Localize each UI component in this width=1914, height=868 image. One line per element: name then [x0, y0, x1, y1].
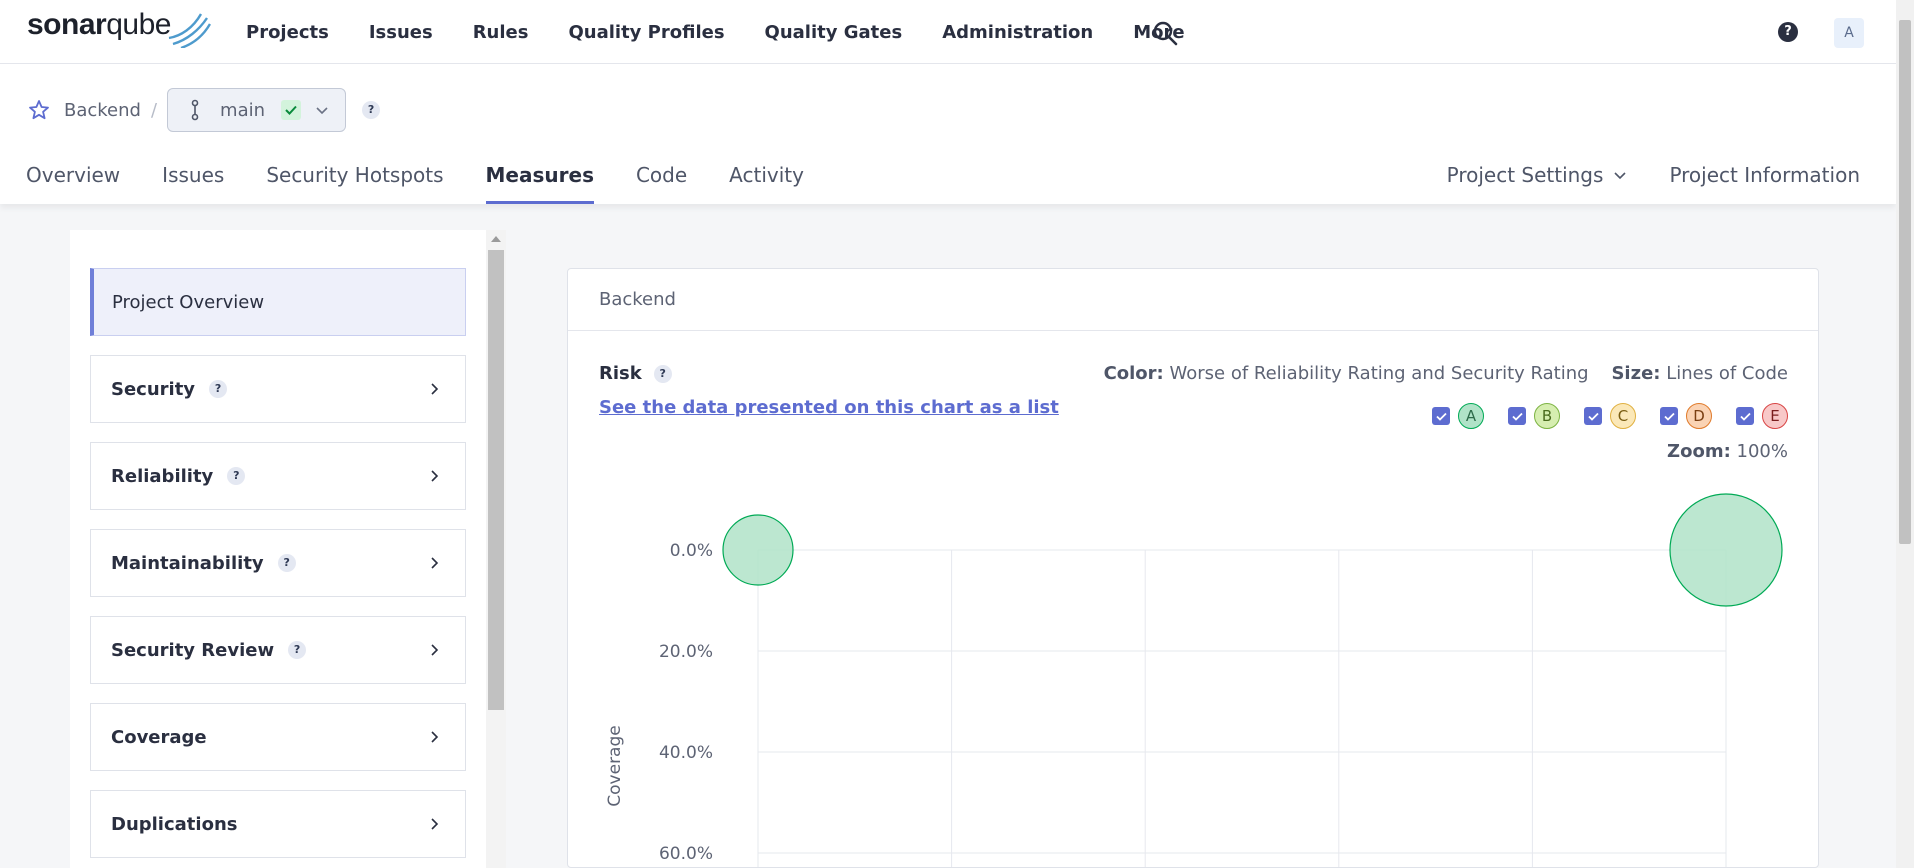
menu-quality-gates[interactable]: Quality Gates	[765, 22, 903, 43]
help-icon[interactable]: ?	[1778, 22, 1798, 42]
help-icon[interactable]: ?	[227, 467, 246, 485]
tab-measures[interactable]: Measures	[485, 154, 595, 204]
sidebar-item-label: Project Overview	[112, 291, 265, 313]
branch-name: main	[220, 99, 266, 121]
search-icon[interactable]	[1152, 20, 1178, 46]
scroll-up-arrow-icon[interactable]	[491, 236, 501, 242]
y-tick-label: 40.0%	[659, 743, 713, 763]
sidebar-item-label: Reliability	[111, 465, 214, 487]
tab-issues[interactable]: Issues	[162, 154, 224, 204]
sidebar-item-label: Security Review	[111, 639, 275, 661]
chevron-right-icon	[431, 644, 439, 656]
chevron-right-icon	[431, 470, 439, 482]
chevron-right-icon	[431, 731, 439, 743]
help-icon[interactable]: ?	[288, 641, 307, 659]
sidebar-item-label: Coverage	[111, 726, 207, 748]
menu-administration[interactable]: Administration	[942, 22, 1093, 43]
sidebar-item-label: Duplications	[111, 813, 238, 835]
measures-sidebar: Project Overview Security ? Reliability …	[70, 230, 506, 868]
bubble-point[interactable]	[1669, 493, 1783, 607]
y-tick-label: 20.0%	[659, 642, 713, 662]
sidebar-item-coverage[interactable]: Coverage	[90, 703, 466, 771]
branch-help-icon[interactable]: ?	[362, 101, 381, 119]
tab-code[interactable]: Code	[636, 154, 687, 204]
tab-overview[interactable]: Overview	[26, 154, 120, 204]
sidebar-item-project-overview[interactable]: Project Overview	[90, 268, 466, 336]
y-tick-label: 60.0%	[659, 844, 713, 864]
sidebar-item-security[interactable]: Security ?	[90, 355, 466, 423]
bubble-point[interactable]	[722, 514, 794, 586]
sidebar-item-label: Maintainability	[111, 552, 264, 574]
logo-text: sonarqube	[27, 8, 171, 41]
avatar[interactable]: A	[1834, 18, 1864, 48]
branch-selector[interactable]: main	[167, 88, 347, 132]
chevron-right-icon	[431, 383, 439, 395]
sonarqube-logo[interactable]: sonarqube	[27, 8, 211, 48]
sidebar-item-reliability[interactable]: Reliability ?	[90, 442, 466, 510]
chevron-right-icon	[431, 557, 439, 569]
sidebar-item-duplications[interactable]: Duplications	[90, 790, 466, 858]
project-settings-label: Project Settings	[1446, 163, 1604, 187]
main-menu: Projects Issues Rules Quality Profiles Q…	[246, 0, 1225, 64]
menu-projects[interactable]: Projects	[246, 22, 329, 43]
menu-rules[interactable]: Rules	[473, 22, 529, 43]
menu-issues[interactable]: Issues	[369, 22, 433, 43]
sidebar-item-label: Security	[111, 378, 196, 400]
project-header: Backend / main ? Overview Issues Securit…	[0, 64, 1896, 204]
project-tabs-right: Project Settings Project Information	[1405, 154, 1860, 204]
project-tabs: Overview Issues Security Hotspots Measur…	[26, 154, 846, 204]
project-information-link[interactable]: Project Information	[1669, 154, 1860, 196]
breadcrumb: Backend / main ?	[28, 88, 381, 132]
logo-wave-icon	[168, 13, 211, 48]
sidebar-scrollbar[interactable]	[486, 230, 506, 868]
help-icon[interactable]: ?	[209, 380, 228, 398]
breadcrumb-separator: /	[150, 99, 158, 121]
menu-quality-profiles[interactable]: Quality Profiles	[568, 22, 724, 43]
tab-activity[interactable]: Activity	[729, 154, 804, 204]
quality-gate-passed-icon	[281, 100, 302, 120]
tab-security-hotspots[interactable]: Security Hotspots	[266, 154, 443, 204]
risk-chart-panel: Backend Risk ? See the data presented on…	[567, 268, 1819, 868]
page-scrollbar[interactable]	[1896, 0, 1914, 868]
sidebar-item-maintainability[interactable]: Maintainability ?	[90, 529, 466, 597]
project-name-link[interactable]: Backend	[64, 100, 141, 121]
chevron-down-icon	[316, 107, 328, 115]
project-settings-menu[interactable]: Project Settings	[1447, 154, 1628, 196]
bubble-chart: 0.0% 20.0% 40.0% 60.0% Coverage	[605, 493, 1783, 867]
y-axis-label: Coverage	[605, 725, 625, 806]
chevron-down-icon	[1614, 172, 1627, 180]
branch-icon	[191, 99, 199, 121]
page-scrollbar-thumb[interactable]	[1899, 20, 1911, 544]
sidebar-item-security-review[interactable]: Security Review ?	[90, 616, 466, 684]
scrollbar-thumb[interactable]	[488, 250, 504, 710]
favorite-star-icon[interactable]	[28, 99, 50, 121]
help-icon[interactable]: ?	[277, 554, 296, 572]
top-navigation-bar: sonarqube Projects Issues Rules Quality …	[0, 0, 1896, 64]
y-tick-label: 0.0%	[670, 541, 713, 561]
chevron-right-icon	[431, 818, 439, 830]
